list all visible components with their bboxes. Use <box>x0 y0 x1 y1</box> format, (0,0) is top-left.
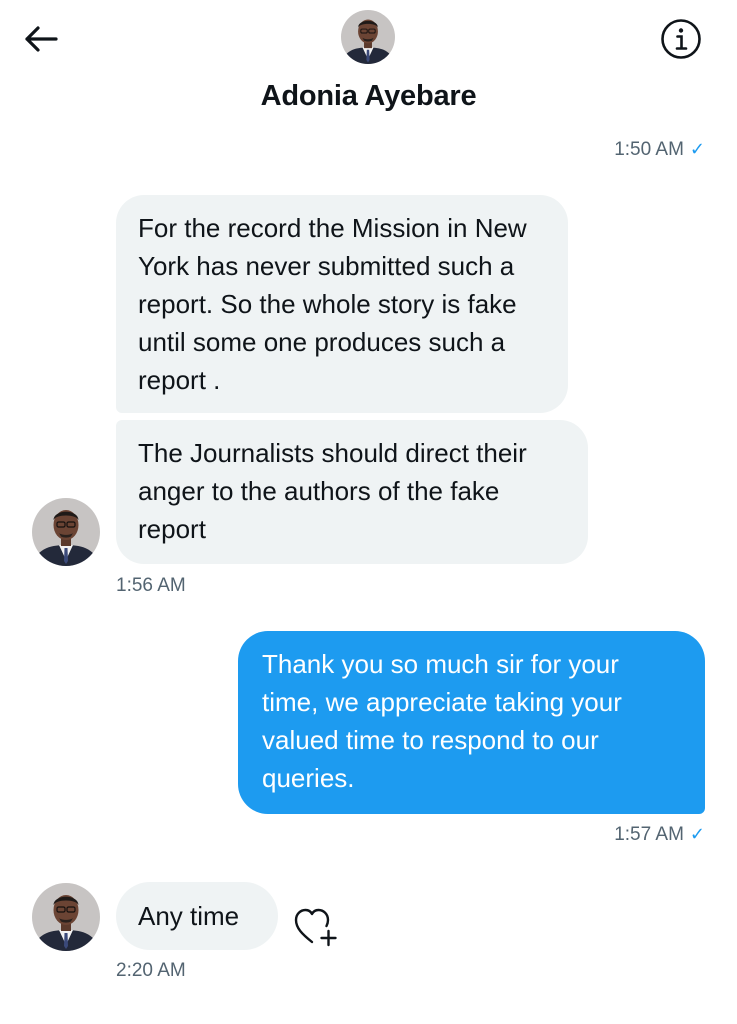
info-icon <box>661 19 701 59</box>
contact-avatar[interactable] <box>32 498 100 566</box>
heart-plus-icon <box>294 908 337 947</box>
back-button[interactable] <box>20 18 62 60</box>
avatar-photo-icon <box>341 10 395 64</box>
conversation-header: Adonia Ayebare <box>0 0 737 135</box>
contact-name: Adonia Ayebare <box>260 80 477 112</box>
timestamp-text: 1:57 AM <box>614 824 684 845</box>
received-message-bubble[interactable]: The Journalists should direct their ange… <box>116 420 588 564</box>
add-reaction-button[interactable] <box>292 904 342 950</box>
received-message-bubble[interactable]: Any time <box>116 882 278 950</box>
avatar-photo-icon <box>32 498 100 566</box>
info-button[interactable] <box>658 16 704 62</box>
received-message-bubble[interactable]: For the record the Mission in New York h… <box>116 195 568 413</box>
message-timestamp: 1:50 AM ✓ <box>614 139 705 161</box>
read-check-icon: ✓ <box>689 824 705 844</box>
message-timestamp: 1:57 AM ✓ <box>614 824 705 846</box>
sent-message-bubble[interactable]: Thank you so much sir for your time, we … <box>238 631 705 814</box>
message-timestamp: 1:56 AM <box>116 575 186 596</box>
read-check-icon: ✓ <box>689 139 705 159</box>
contact-avatar[interactable] <box>32 883 100 951</box>
contact-avatar[interactable] <box>341 10 395 64</box>
arrow-left-icon <box>25 26 58 52</box>
avatar-photo-icon <box>32 883 100 951</box>
message-timestamp: 2:20 AM <box>116 960 186 981</box>
timestamp-text: 1:50 AM <box>614 139 684 160</box>
